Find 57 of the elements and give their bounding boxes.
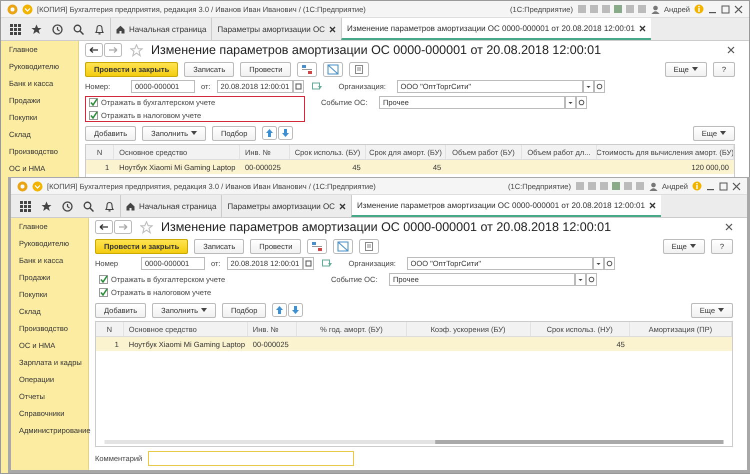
checkbox[interactable] <box>99 275 108 284</box>
move-up-button[interactable] <box>262 126 278 140</box>
move-down-button[interactable] <box>288 303 304 317</box>
tab[interactable]: Начальная страница <box>120 195 222 217</box>
document-title: Изменение параметров амортизации ОС 0000-000001 от 20.08.2018 12:00:01 <box>151 43 602 57</box>
star-icon[interactable] <box>41 200 52 212</box>
list-icon[interactable] <box>359 238 380 254</box>
list-icon[interactable] <box>349 62 370 76</box>
back-button[interactable] <box>85 43 103 57</box>
home-icon <box>116 24 125 34</box>
star-icon[interactable] <box>130 44 143 56</box>
structure-icon[interactable] <box>323 62 344 76</box>
close-icon[interactable] <box>638 24 646 32</box>
tab[interactable]: Изменение параметров амортизации ОС 0000-000001 от 20.08.2018 12:00:01 <box>340 18 651 40</box>
caret-icon <box>718 308 724 312</box>
document-title: Изменение параметров амортизации ОС 0000-000001 от 20.08.2018 12:00:01 <box>161 220 612 234</box>
bell-icon[interactable] <box>94 24 105 34</box>
bell-icon[interactable] <box>104 200 115 212</box>
star-icon[interactable] <box>140 220 153 234</box>
checkbox[interactable] <box>99 288 108 297</box>
search-icon[interactable] <box>73 24 84 34</box>
star-icon[interactable] <box>31 24 42 34</box>
user-icon <box>650 4 660 14</box>
dropdown-button[interactable] <box>565 96 576 109</box>
tab[interactable]: Изменение параметров амортизации ОС 0000-000001 от 20.08.2018 12:00:01 <box>350 195 661 217</box>
tab[interactable]: Начальная страница <box>110 18 212 40</box>
structure-icon[interactable] <box>333 238 354 254</box>
checkbox[interactable] <box>89 98 98 107</box>
close-icon[interactable] <box>338 202 346 210</box>
caret-icon <box>200 308 207 312</box>
comment-field[interactable] <box>148 450 354 466</box>
caret-icon <box>190 131 197 135</box>
caret-icon <box>720 131 726 135</box>
move-down-button[interactable] <box>278 126 294 140</box>
maximize-icon[interactable] <box>721 4 730 14</box>
search-icon[interactable] <box>83 200 94 212</box>
close-icon[interactable] <box>648 202 656 208</box>
caret-icon <box>692 67 698 71</box>
logo-icon <box>7 4 18 14</box>
maximize-icon[interactable] <box>719 182 728 190</box>
close-icon[interactable] <box>732 182 741 190</box>
close-icon[interactable] <box>734 4 743 14</box>
apps-grid-icon[interactable] <box>10 24 21 34</box>
dropdown-button[interactable] <box>575 273 586 286</box>
caret-icon <box>690 244 696 248</box>
toolbar-icons-drawing <box>576 4 647 14</box>
apps-grid-icon[interactable] <box>20 200 31 212</box>
close-icon[interactable] <box>328 26 336 32</box>
home-icon <box>126 202 135 210</box>
user-icon <box>648 182 658 190</box>
toolbar-icons-drawing <box>574 181 645 191</box>
move-up-button[interactable] <box>272 303 288 317</box>
back-button[interactable] <box>95 220 113 234</box>
logo-icon <box>17 180 28 192</box>
checkbox[interactable] <box>89 111 98 120</box>
close-icon[interactable] <box>727 46 735 54</box>
close-icon[interactable] <box>725 223 733 231</box>
